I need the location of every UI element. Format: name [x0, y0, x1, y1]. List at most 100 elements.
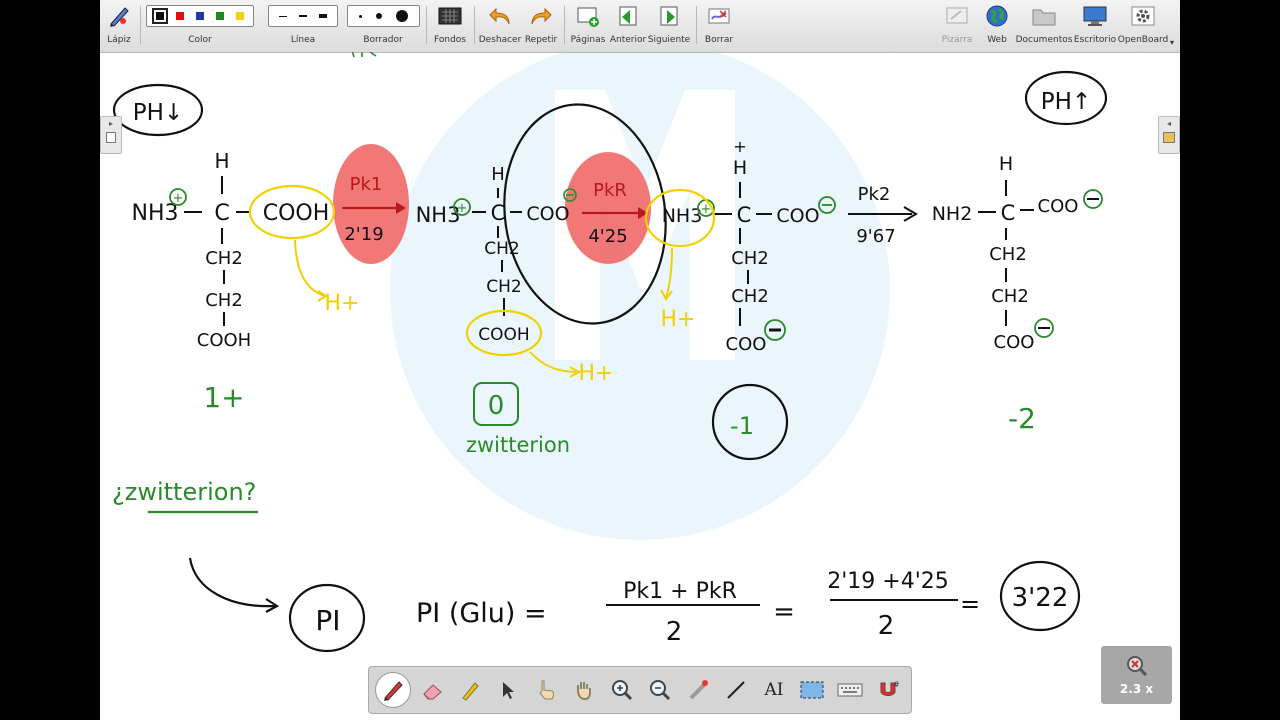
undo-label: Deshacer: [478, 35, 522, 45]
line-tool[interactable]: [719, 673, 753, 707]
expand-left-arrow-icon: ▸: [108, 119, 113, 128]
svg-text:2: 2: [878, 611, 895, 641]
svg-text:C: C: [214, 201, 229, 226]
release-arrow-1: [294, 239, 326, 297]
proton-label-3: H+: [661, 307, 696, 332]
pen-icon: [110, 7, 129, 27]
svg-text:CH2: CH2: [731, 286, 769, 307]
desktop-mode-button[interactable]: Escritorio: [1074, 3, 1116, 49]
charge-plus: +: [173, 191, 184, 206]
svg-text:NH3: NH3: [662, 205, 703, 227]
zoom-in-icon: [612, 680, 633, 701]
svg-text:COOH: COOH: [478, 325, 529, 345]
eraser-large-option[interactable]: [395, 10, 408, 22]
openboard-menu-button[interactable]: OpenBoard: [1118, 3, 1168, 49]
redo-button[interactable]: Repetir: [524, 3, 558, 49]
board-mode-button[interactable]: Pizarra: [942, 3, 972, 49]
laser-pointer-tool[interactable]: [681, 673, 715, 707]
color-yellow-swatch[interactable]: [236, 12, 244, 20]
line-width-picker[interactable]: Línea: [268, 3, 338, 49]
eraser-size-picker[interactable]: Borrador: [346, 3, 420, 49]
svg-text:CH2: CH2: [486, 277, 521, 297]
left-panel-toggle[interactable]: ▸: [100, 116, 122, 154]
undo-icon: [489, 7, 510, 25]
color-red-swatch[interactable]: [176, 12, 184, 20]
library-icon: [1163, 132, 1175, 143]
proton-label-1: H+: [325, 291, 360, 316]
openboard-dropdown-chevron-icon[interactable]: ▾: [1170, 38, 1174, 47]
svg-text:9'67: 9'67: [856, 226, 895, 247]
highlighter-tool[interactable]: [453, 673, 487, 707]
separator: [426, 6, 427, 44]
line-thick-option[interactable]: [319, 14, 327, 18]
svg-text:3'22: 3'22: [1012, 583, 1069, 613]
molecule-4: H NH2 C COO CH2 CH2 COO: [932, 153, 1079, 353]
svg-text:C: C: [491, 201, 506, 225]
right-panel-toggle[interactable]: ◂: [1158, 116, 1180, 154]
net-charge-4: -2: [1008, 402, 1036, 435]
next-page-button[interactable]: Siguiente: [648, 3, 690, 49]
color-black-swatch[interactable]: [152, 8, 168, 24]
settings-gear-icon: [1131, 6, 1155, 26]
pi-label: PI: [315, 604, 340, 637]
svg-text:H: H: [999, 153, 1013, 175]
previous-page-button[interactable]: Anterior: [610, 3, 646, 49]
backgrounds-button[interactable]: Fondos: [432, 3, 468, 49]
magnet-tool[interactable]: #: [871, 673, 905, 707]
isoelectric-point-formula: PI (Glu) = Pk1 + PkR 2 = 2'19 +4'25 2 = …: [416, 560, 1081, 647]
expand-right-arrow-icon: ◂: [1166, 119, 1171, 128]
color-picker[interactable]: Color: [144, 3, 256, 49]
svg-text:COO: COO: [994, 332, 1035, 353]
whiteboard-canvas[interactable]: PH↓ PH↑ H NH3 C COOH CH2 CH2 COOH + H+ P…: [100, 52, 1180, 720]
svg-text:=: =: [773, 597, 795, 627]
folder-icon: [1032, 9, 1056, 26]
web-mode-button[interactable]: Web: [982, 3, 1012, 49]
svg-text:Pk1 + PkR: Pk1 + PkR: [623, 579, 737, 604]
globe-icon: [986, 5, 1008, 27]
svg-text:COO: COO: [726, 334, 767, 355]
svg-text:CH2: CH2: [991, 286, 1029, 307]
magnet-icon: #: [880, 680, 900, 696]
selector-tool[interactable]: [491, 673, 525, 707]
zoom-indicator[interactable]: 2.3 x: [1101, 646, 1172, 704]
color-green-swatch[interactable]: [216, 12, 224, 20]
interact-tool[interactable]: [529, 673, 563, 707]
ph-low-label: PH↓: [133, 100, 183, 126]
stylus-toolbar: AI #: [368, 666, 912, 714]
svg-text:Pk2: Pk2: [858, 184, 891, 205]
eraser-tool[interactable]: [415, 673, 449, 707]
eraser-size-options: [346, 5, 420, 27]
pointing-hand-icon: [539, 680, 554, 700]
clear-page-button[interactable]: Borrar: [702, 3, 736, 49]
svg-text:CH2: CH2: [205, 248, 243, 269]
add-page-icon: [577, 7, 599, 27]
watermark-logo: [390, 52, 890, 540]
eraser-small-option[interactable]: [358, 14, 362, 18]
eraser-medium-option[interactable]: [375, 13, 382, 19]
svg-text:CH2: CH2: [731, 248, 769, 269]
separator: [696, 6, 697, 44]
separator: [140, 6, 141, 44]
undo-button[interactable]: Deshacer: [478, 3, 522, 49]
zoom-out-tool[interactable]: [643, 673, 677, 707]
color-blue-swatch[interactable]: [196, 12, 204, 20]
zoom-reset-icon: [1126, 656, 1147, 677]
stray-ink-mark: [351, 52, 377, 58]
documents-mode-button[interactable]: Documentos: [1016, 3, 1072, 49]
line-medium-option[interactable]: [299, 15, 307, 17]
text-tool-icon: AI: [764, 680, 784, 700]
pen-tool[interactable]: [375, 672, 411, 708]
board-label: Pizarra: [941, 35, 973, 45]
zoom-in-tool[interactable]: [605, 673, 639, 707]
svg-text:C: C: [737, 203, 752, 227]
pages-button[interactable]: Páginas: [570, 3, 606, 49]
pen-tool-button[interactable]: Lápiz: [104, 3, 134, 49]
line-thin-option[interactable]: [279, 15, 287, 17]
capture-tool[interactable]: [795, 673, 829, 707]
text-tool[interactable]: AI: [757, 673, 791, 707]
hand-pan-tool[interactable]: [567, 673, 601, 707]
clear-page-icon: [708, 8, 730, 24]
virtual-keyboard-tool[interactable]: [833, 673, 867, 707]
color-label: Color: [188, 35, 212, 45]
board-drawing: PH↓ PH↑ H NH3 C COOH CH2 CH2 COOH + H+ P…: [112, 52, 1108, 653]
